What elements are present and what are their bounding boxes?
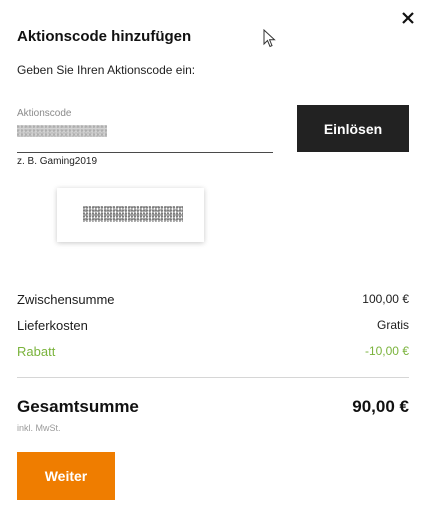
tax-note: inkl. MwSt.	[17, 423, 61, 433]
shipping-value: Gratis	[376, 318, 409, 332]
total-value: 90,00 €	[352, 397, 409, 416]
subtotal-label: Zwischensumme	[17, 292, 115, 307]
summary-row-shipping: Lieferkosten Gratis	[17, 318, 409, 333]
total-row: Gesamtsumme 90,00 €	[17, 397, 409, 417]
dialog-title: Aktionscode hinzufügen	[17, 28, 192, 45]
promo-code-value-redacted	[17, 125, 107, 137]
dialog-subtitle: Geben Sie Ihren Aktionscode ein:	[17, 63, 196, 77]
mouse-cursor-icon	[263, 28, 277, 54]
redacted-noise	[83, 206, 183, 222]
promo-code-field[interactable]: Aktionscode	[17, 108, 273, 153]
promo-code-label: Aktionscode	[17, 108, 72, 119]
summary-row-subtotal: Zwischensumme 100,00 €	[17, 292, 409, 307]
promo-code-hint: z. B. Gaming2019	[17, 156, 98, 167]
summary-row-discount: Rabatt -10,00 €	[17, 344, 409, 359]
close-icon	[402, 12, 414, 24]
discount-label: Rabatt	[17, 344, 56, 359]
total-label: Gesamtsumme	[17, 397, 139, 416]
divider	[17, 377, 409, 378]
redeem-button[interactable]: Einlösen	[297, 105, 409, 152]
shipping-label: Lieferkosten	[17, 318, 88, 333]
discount-value: -10,00 €	[364, 344, 409, 358]
subtotal-value: 100,00 €	[362, 292, 409, 306]
close-button[interactable]	[398, 8, 418, 28]
next-button[interactable]: Weiter	[17, 452, 115, 500]
redacted-image	[57, 188, 204, 242]
